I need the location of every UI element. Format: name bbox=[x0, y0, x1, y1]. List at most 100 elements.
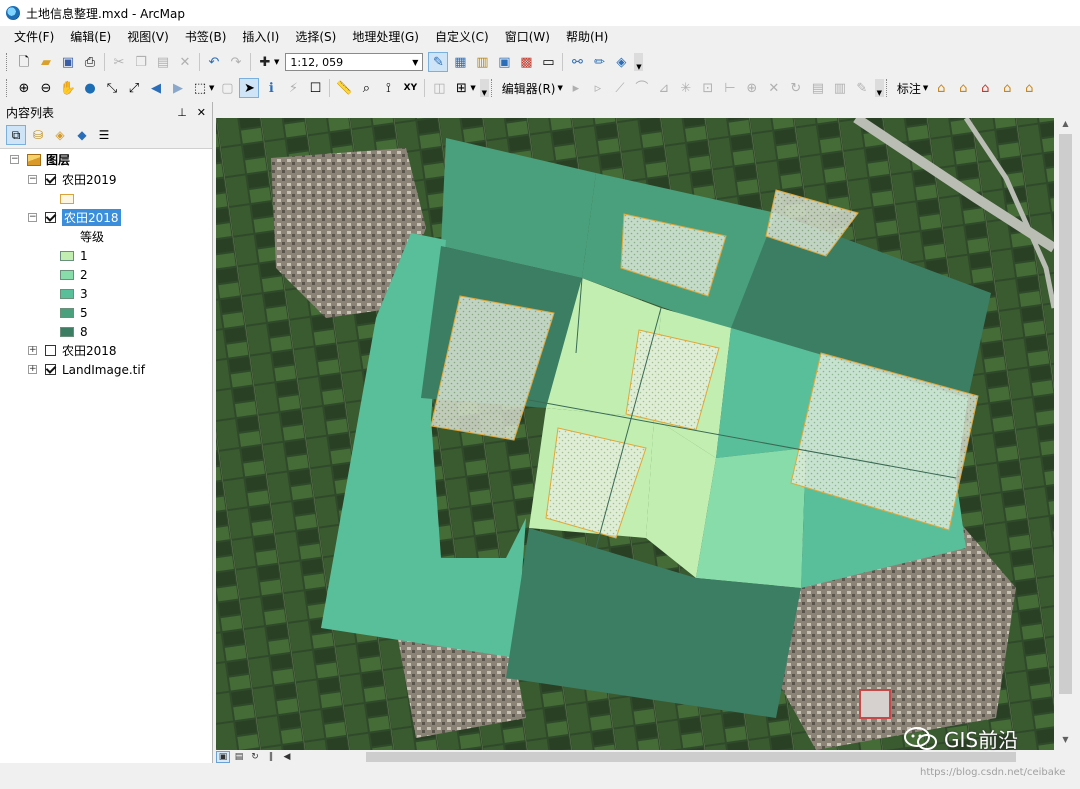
fixed-zoom-in-icon[interactable]: ⤡ bbox=[102, 78, 122, 98]
map-vertical-scrollbar[interactable]: ▲ ▼ bbox=[1057, 118, 1074, 750]
collapse-icon[interactable]: − bbox=[28, 213, 37, 222]
legend-swatch[interactable] bbox=[60, 269, 74, 280]
open-folder-icon[interactable]: ▰ bbox=[36, 52, 56, 72]
menu-edit[interactable]: 编辑(E) bbox=[62, 26, 119, 48]
label-manager-icon[interactable]: ⌂ bbox=[931, 78, 951, 98]
refresh-icon[interactable]: ↻ bbox=[248, 751, 262, 763]
select-dropdown-icon[interactable]: ▼ bbox=[209, 84, 214, 92]
arctoolbox-icon[interactable]: ▩ bbox=[516, 52, 536, 72]
viewer-dropdown-icon[interactable]: ▼ bbox=[470, 84, 475, 92]
layer-visibility-checkbox[interactable] bbox=[45, 212, 56, 223]
add-data-dropdown-icon[interactable]: ▼ bbox=[274, 58, 279, 66]
toolbar-grip[interactable] bbox=[6, 79, 10, 97]
map-canvas[interactable] bbox=[216, 118, 1054, 750]
menu-view[interactable]: 视图(V) bbox=[119, 26, 177, 48]
menu-selection[interactable]: 选择(S) bbox=[287, 26, 344, 48]
go-to-xy-icon[interactable]: XY bbox=[400, 78, 420, 98]
scroll-left-icon[interactable]: ◀ bbox=[280, 751, 294, 763]
fixed-zoom-out-icon[interactable]: ⤢ bbox=[124, 78, 144, 98]
menu-file[interactable]: 文件(F) bbox=[6, 26, 62, 48]
copy-icon[interactable]: ❐ bbox=[131, 52, 151, 72]
legend-swatch[interactable] bbox=[60, 307, 74, 318]
horizontal-scrollbar-thumb[interactable] bbox=[366, 752, 1016, 762]
edit-annotation-icon[interactable]: ▹ bbox=[588, 78, 608, 98]
trace-icon[interactable]: ⊿ bbox=[654, 78, 674, 98]
data-view-icon[interactable]: ▣ bbox=[216, 751, 230, 763]
layer-visibility-checkbox[interactable] bbox=[45, 345, 56, 356]
toolbar-overflow-icon[interactable]: ▼ bbox=[874, 79, 884, 97]
cut-polygons-icon[interactable]: ⊕ bbox=[742, 78, 762, 98]
catalog-icon[interactable]: ▥ bbox=[472, 52, 492, 72]
clear-selection-icon[interactable]: ▢ bbox=[217, 78, 237, 98]
menu-bookmarks[interactable]: 书签(B) bbox=[177, 26, 235, 48]
labeling-menu[interactable]: 标注 bbox=[893, 80, 925, 97]
menu-customize[interactable]: 自定义(C) bbox=[427, 26, 497, 48]
layer-visibility-checkbox[interactable] bbox=[45, 174, 56, 185]
delete-icon[interactable]: ✕ bbox=[175, 52, 195, 72]
time-slider-icon[interactable]: ◫ bbox=[429, 78, 449, 98]
layer-row-farmland-2019[interactable]: − 农田2019 bbox=[28, 170, 117, 189]
attributes-icon[interactable]: ▤ bbox=[808, 78, 828, 98]
reshape-icon[interactable]: ⊢ bbox=[720, 78, 740, 98]
layer-row-land-image[interactable]: + LandImage.tif bbox=[28, 360, 145, 379]
sketch-properties-icon[interactable]: ▥ bbox=[830, 78, 850, 98]
new-document-icon[interactable]: 🗋 bbox=[14, 52, 34, 72]
edit-vertices-icon[interactable]: ⊡ bbox=[698, 78, 718, 98]
list-by-visibility-icon[interactable]: ◈ bbox=[50, 125, 70, 145]
find-route-icon[interactable]: ⟟ bbox=[378, 78, 398, 98]
toolbar-overflow-icon[interactable]: ▼ bbox=[479, 79, 489, 97]
layer-name[interactable]: 农田2018 bbox=[62, 342, 117, 359]
labeling-dropdown-icon[interactable]: ▼ bbox=[923, 84, 928, 92]
menu-windows[interactable]: 窗口(W) bbox=[497, 26, 558, 48]
hatched-symbol-swatch[interactable] bbox=[60, 193, 74, 204]
add-data-icon[interactable]: ✚ bbox=[255, 52, 275, 72]
tree-root-layers[interactable]: − 图层 bbox=[10, 150, 70, 169]
toolbar-grip[interactable] bbox=[6, 53, 10, 71]
legend-swatch[interactable] bbox=[60, 326, 74, 337]
pause-drawing-icon[interactable]: ‖ bbox=[264, 751, 278, 763]
full-extent-globe-icon[interactable]: ● bbox=[80, 78, 100, 98]
hyperlink-icon[interactable]: ⚡ bbox=[283, 78, 303, 98]
search-window-icon[interactable]: ▣ bbox=[494, 52, 514, 72]
create-viewer-icon[interactable]: ⊞ bbox=[451, 78, 471, 98]
label-priority-icon[interactable]: ⌂ bbox=[953, 78, 973, 98]
collapse-icon[interactable]: − bbox=[28, 175, 37, 184]
menu-insert[interactable]: 插入(I) bbox=[234, 26, 287, 48]
print-icon[interactable]: ⎙ bbox=[80, 52, 100, 72]
pencil-icon[interactable]: ✏ bbox=[589, 52, 609, 72]
editor-toolbar-icon[interactable]: ✎ bbox=[428, 52, 449, 72]
layer-row-farmland-2018-copy[interactable]: + 农田2018 bbox=[28, 341, 117, 360]
lock-labels-icon[interactable]: ⌂ bbox=[997, 78, 1017, 98]
toolbar-grip[interactable] bbox=[490, 79, 495, 97]
map-display[interactable] bbox=[216, 118, 1054, 750]
split-icon[interactable]: ✕ bbox=[764, 78, 784, 98]
layer-name[interactable]: 农田2018 bbox=[62, 209, 121, 226]
toolbar-grip[interactable] bbox=[885, 79, 890, 97]
layer-name[interactable]: 农田2019 bbox=[62, 171, 117, 188]
back-arrow-icon[interactable]: ◀ bbox=[146, 78, 166, 98]
identify-icon[interactable]: ℹ bbox=[261, 78, 281, 98]
layer-name[interactable]: LandImage.tif bbox=[62, 363, 145, 377]
legend-swatch[interactable] bbox=[60, 288, 74, 299]
expand-icon[interactable]: + bbox=[28, 346, 37, 355]
scrollbar-thumb[interactable] bbox=[1059, 134, 1072, 694]
list-by-source-icon[interactable]: ⛁ bbox=[28, 125, 48, 145]
zoom-in-icon[interactable]: ⊕ bbox=[14, 78, 34, 98]
measure-icon[interactable]: 📏 bbox=[334, 78, 354, 98]
rotate-icon[interactable]: ↻ bbox=[786, 78, 806, 98]
endpoint-arc-icon[interactable]: ⌒ bbox=[632, 78, 652, 98]
legend-swatch[interactable] bbox=[60, 250, 74, 261]
options-icon[interactable]: ☰ bbox=[94, 125, 114, 145]
layer-row-farmland-2018[interactable]: − 农田2018 bbox=[28, 208, 121, 227]
model-builder-icon[interactable]: ⚯ bbox=[567, 52, 587, 72]
menu-help[interactable]: 帮助(H) bbox=[558, 26, 616, 48]
find-binoculars-icon[interactable]: ⌕ bbox=[356, 78, 376, 98]
scroll-down-icon[interactable]: ▼ bbox=[1057, 735, 1074, 749]
expand-icon[interactable]: + bbox=[28, 365, 37, 374]
arcgis-online-icon[interactable]: ◈ bbox=[611, 52, 631, 72]
redo-icon[interactable]: ↷ bbox=[226, 52, 246, 72]
scroll-up-icon[interactable]: ▲ bbox=[1057, 119, 1074, 133]
cut-icon[interactable]: ✂ bbox=[109, 52, 129, 72]
layout-view-icon[interactable]: ▤ bbox=[232, 751, 246, 763]
straight-segment-icon[interactable]: ⟋ bbox=[610, 78, 630, 98]
